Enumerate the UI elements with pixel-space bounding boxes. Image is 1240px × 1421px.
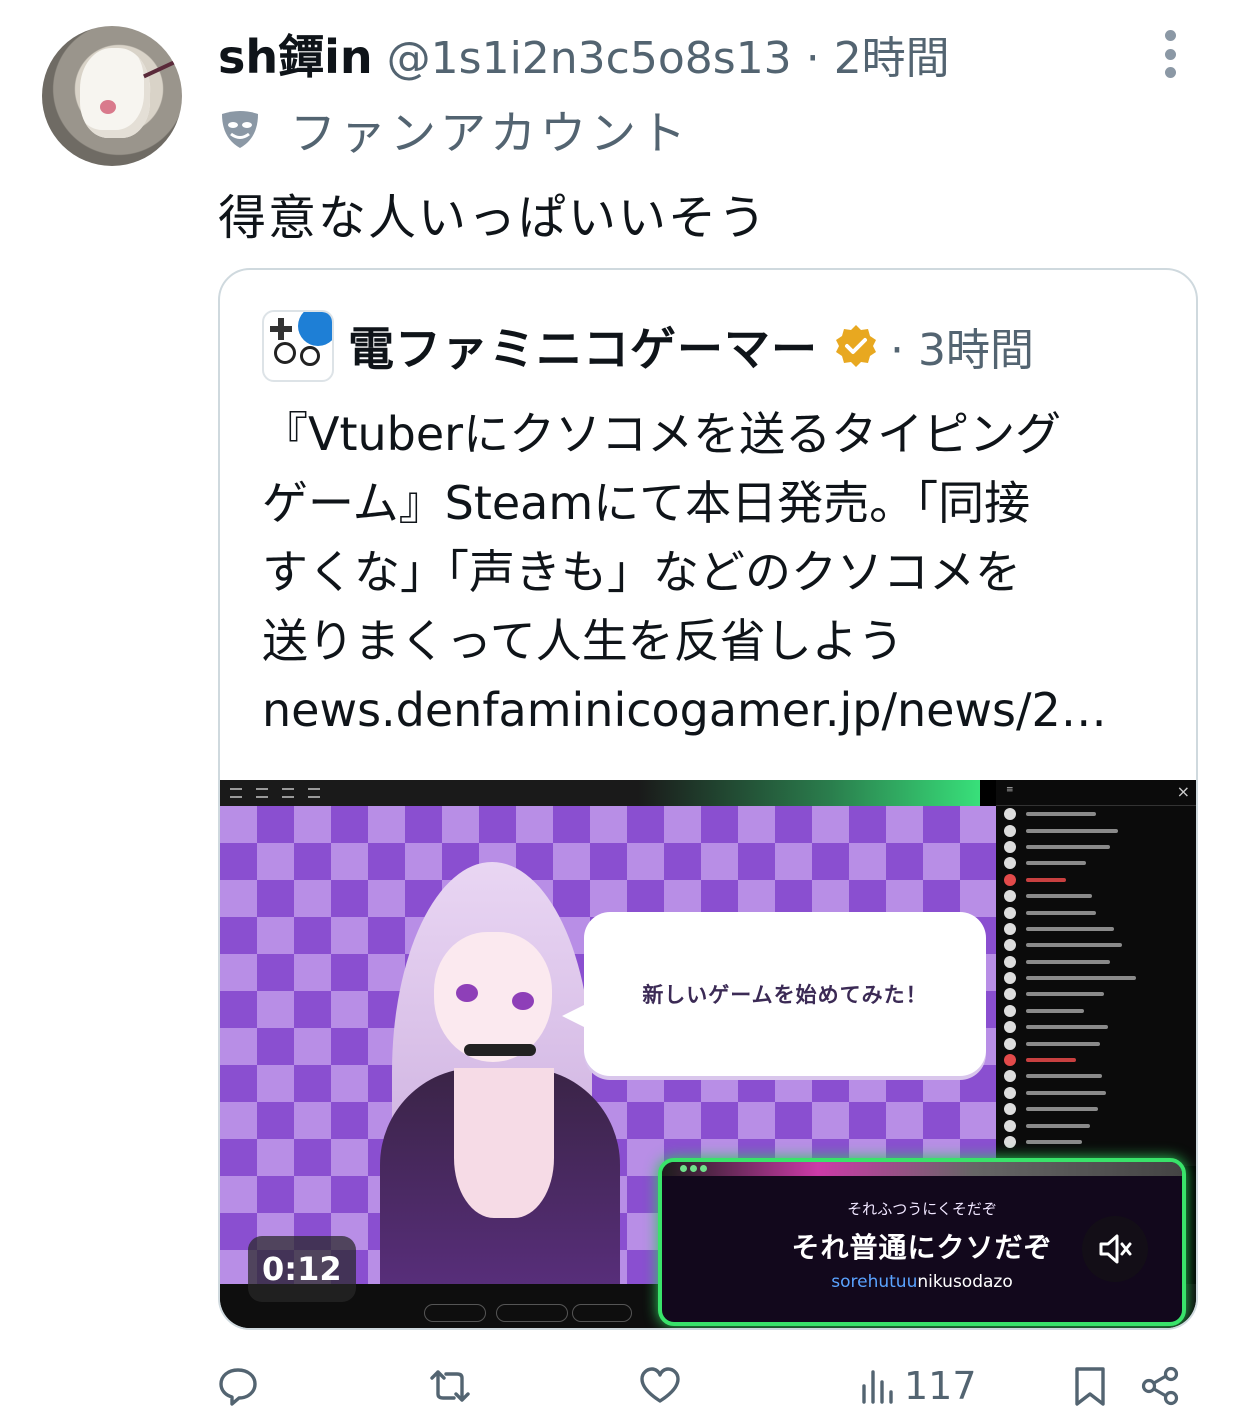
chat-message: [996, 954, 1196, 970]
video-timestamp: 0:12: [248, 1236, 356, 1302]
chat-message: [996, 1085, 1196, 1101]
retweet-icon: [430, 1370, 470, 1402]
reply-button[interactable]: [216, 1356, 260, 1416]
tweet-header: sh鐔in @1s1i2n3c5o8s13 · 2時間: [218, 24, 950, 84]
analytics-icon: [862, 1370, 893, 1404]
speech-bubble: 新しいゲームを始めてみた！: [562, 912, 986, 1076]
chat-message: [996, 1068, 1196, 1084]
tweet-time: 2時間: [833, 33, 950, 84]
share-button[interactable]: [1138, 1356, 1182, 1416]
chat-message: [996, 822, 1196, 838]
chat-message: [996, 1019, 1196, 1035]
user-handle[interactable]: @1s1i2n3c5o8s13 · 2時間: [387, 22, 950, 86]
bookmark-icon: [1075, 1367, 1105, 1406]
heart-icon: [640, 1367, 680, 1403]
bookmark-button[interactable]: [1068, 1356, 1112, 1416]
chat-message: [996, 1117, 1196, 1133]
chat-message: [996, 839, 1196, 855]
chat-message: [996, 1134, 1196, 1150]
quoted-link[interactable]: news.denfaminicogamer.jp/news/2…: [262, 676, 1182, 745]
chat-message: [996, 1035, 1196, 1051]
mute-toggle-button[interactable]: [1082, 1216, 1148, 1282]
tweet-action-bar: 117: [210, 1356, 1190, 1416]
like-button[interactable]: [638, 1356, 682, 1416]
chat-message: [996, 937, 1196, 953]
chat-message: [996, 921, 1196, 937]
fan-account-label: ファンアカウント: [218, 100, 690, 160]
theater-mask-icon: [222, 111, 258, 148]
chat-message: [996, 872, 1196, 888]
verified-badge-icon: [836, 325, 876, 367]
fan-label-text: ファンアカウント: [290, 106, 690, 160]
chat-message: [996, 806, 1196, 822]
chat-message: [996, 888, 1196, 904]
quoted-display-name[interactable]: 電ファミニコゲーマー: [348, 313, 818, 379]
quoted-tweet-header: 電ファミニコゲーマー · 3時間: [262, 310, 1034, 382]
share-icon: [1141, 1366, 1179, 1406]
chat-message: [996, 855, 1196, 871]
chat-message: [996, 1003, 1196, 1019]
views-count: 117: [904, 1364, 977, 1408]
retweet-button[interactable]: [428, 1356, 472, 1416]
stream-toolbar: [220, 780, 980, 806]
views-button[interactable]: 117: [856, 1356, 977, 1416]
chat-message: [996, 1101, 1196, 1117]
chat-message: [996, 1052, 1196, 1068]
tweet-text: 得意な人いっぱいいそう: [218, 190, 769, 246]
quoted-tweet-text: 『Vtuberにクソコメを送るタイピング ゲーム』Steamにて本日発売。「同接…: [262, 400, 1182, 745]
quoted-tweet-card[interactable]: 電ファミニコゲーマー · 3時間 『Vtuberにクソコメを送るタイピング ゲー…: [218, 268, 1198, 1330]
chat-message: [996, 970, 1196, 986]
chat-message: [996, 986, 1196, 1002]
video-player[interactable]: 新しいゲームを始めてみた！ ≡ × それふつうにくそだぞ それ普通にクソだぞ s…: [220, 780, 1196, 1328]
avatar-dog-image: [80, 48, 150, 138]
display-name[interactable]: sh鐔in: [218, 21, 373, 87]
typing-kana: それふつうにくそだぞ: [847, 1200, 997, 1218]
quoted-tweet-time: · 3時間: [890, 325, 1034, 376]
quoted-avatar[interactable]: [262, 310, 334, 382]
chat-message: [996, 904, 1196, 920]
muted-speaker-icon: [1099, 1234, 1132, 1264]
more-options-icon[interactable]: [1162, 30, 1178, 78]
reply-icon: [219, 1368, 257, 1406]
user-avatar[interactable]: [42, 26, 182, 166]
live-chat-panel: ≡ ×: [996, 780, 1196, 1166]
